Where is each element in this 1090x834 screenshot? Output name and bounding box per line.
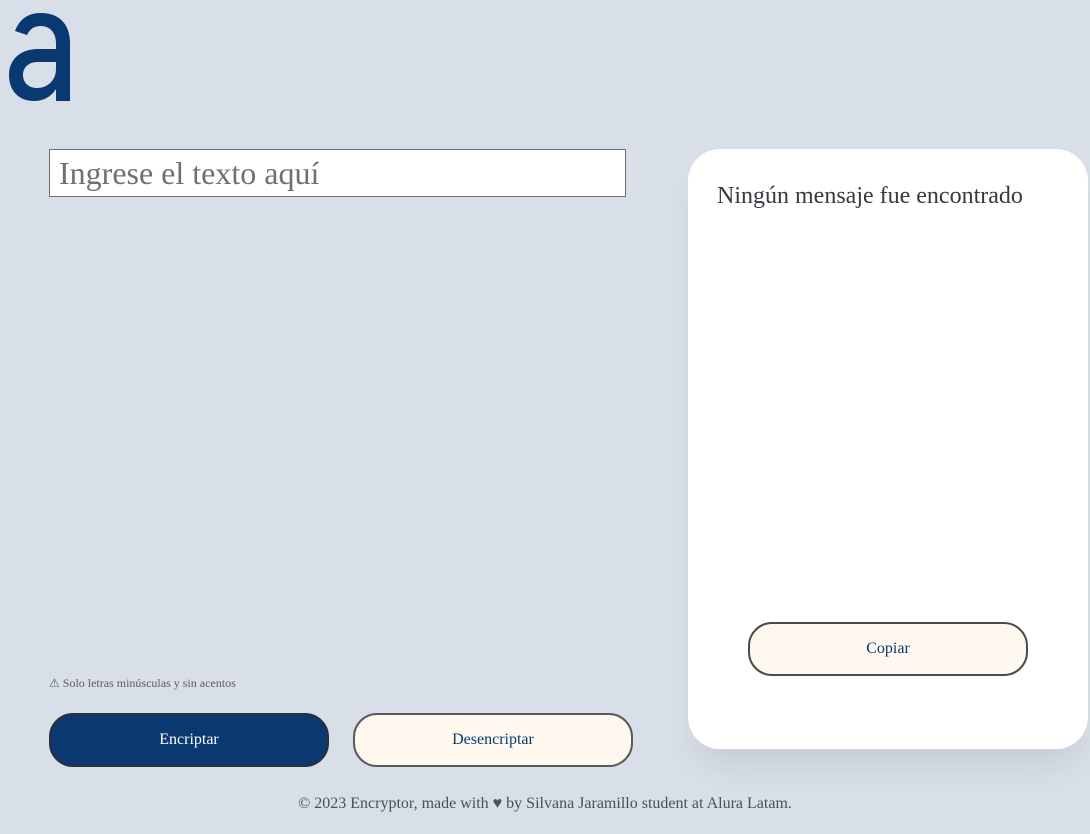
- decrypt-button-label: Desencriptar: [452, 731, 534, 748]
- copy-button-label: Copiar: [866, 640, 910, 657]
- copy-button[interactable]: Copiar: [748, 622, 1028, 676]
- output-panel: Ningún mensaje fue encontrado Copiar: [688, 149, 1088, 749]
- footer-credits: © 2023 Encryptor, made with ♥ by Silvana…: [298, 795, 792, 812]
- alura-logo-icon[interactable]: [8, 9, 72, 105]
- text-input[interactable]: [49, 149, 626, 197]
- warning-icon: ⚠: [49, 676, 60, 690]
- warning-text: Solo letras minúsculas y sin acentos: [62, 676, 236, 690]
- decrypt-button[interactable]: Desencriptar: [353, 713, 633, 767]
- encrypt-button[interactable]: Encriptar: [49, 713, 329, 767]
- input-hint: ⚠ Solo letras minúsculas y sin acentos: [49, 676, 236, 691]
- encrypt-button-label: Encriptar: [159, 731, 219, 748]
- output-message: Ningún mensaje fue encontrado: [717, 183, 1023, 209]
